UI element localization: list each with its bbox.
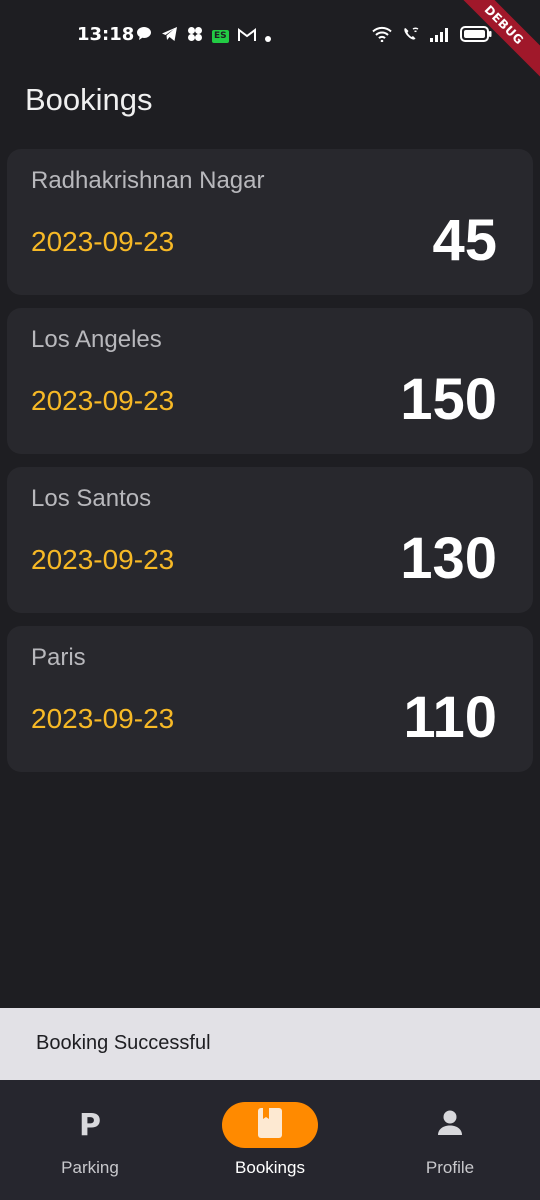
status-bar: 13:18 ES DEBUG xyxy=(0,0,540,83)
bookings-icon-wrap xyxy=(222,1102,318,1148)
system-icons xyxy=(372,26,492,46)
nav-label-parking: Parking xyxy=(61,1158,119,1177)
booking-date: 2023-09-23 xyxy=(31,385,175,416)
booking-count: 130 xyxy=(400,526,497,591)
person-icon xyxy=(436,1109,464,1141)
wifi-call-icon xyxy=(402,26,420,46)
bottom-nav: P Parking Bookings Profile xyxy=(0,1080,540,1200)
page-title: Bookings xyxy=(25,82,153,117)
snackbar: Booking Successful xyxy=(0,1008,540,1080)
nav-item-parking[interactable]: P Parking xyxy=(0,1080,180,1200)
wifi-icon xyxy=(372,26,392,46)
booking-location: Radhakrishnan Nagar xyxy=(31,167,265,194)
notification-icons: ES xyxy=(136,26,271,46)
nav-label-profile: Profile xyxy=(425,1158,475,1177)
booking-card[interactable]: Los Angeles 2023-09-23 150 xyxy=(7,308,533,454)
dot-icon xyxy=(264,27,271,46)
booking-card[interactable]: Radhakrishnan Nagar 2023-09-23 45 xyxy=(7,149,533,295)
booking-card[interactable]: Paris 2023-09-23 110 xyxy=(7,626,533,772)
profile-icon-wrap xyxy=(402,1102,498,1148)
battery-icon xyxy=(460,26,492,46)
parking-icon: P xyxy=(79,1107,101,1143)
booking-count: 45 xyxy=(432,208,497,273)
telegram-icon xyxy=(161,26,178,46)
snackbar-message: Booking Successful xyxy=(36,1032,211,1054)
nav-item-profile[interactable]: Profile xyxy=(360,1080,540,1200)
signal-icon xyxy=(430,27,450,46)
booking-count: 110 xyxy=(403,685,497,750)
booking-card[interactable]: Los Santos 2023-09-23 130 xyxy=(7,467,533,613)
nav-label-bookings: Bookings xyxy=(235,1158,305,1177)
booking-date: 2023-09-23 xyxy=(31,703,175,734)
status-time: 13:18 xyxy=(77,24,135,45)
booking-location: Los Santos xyxy=(31,485,152,512)
es-icon: ES xyxy=(212,29,229,43)
booking-list: Radhakrishnan Nagar 2023-09-23 45 Los An… xyxy=(7,149,533,785)
fan-icon xyxy=(187,26,203,46)
parking-icon-wrap: P xyxy=(42,1102,138,1148)
bookmark-icon xyxy=(258,1108,282,1142)
booking-date: 2023-09-23 xyxy=(31,226,175,257)
chat-icon xyxy=(136,26,152,46)
nav-item-bookings[interactable]: Bookings xyxy=(180,1080,360,1200)
booking-location: Los Angeles xyxy=(31,326,162,353)
booking-location: Paris xyxy=(31,644,86,671)
booking-count: 150 xyxy=(400,367,497,432)
booking-date: 2023-09-23 xyxy=(31,544,175,575)
gmail-icon xyxy=(237,27,256,46)
